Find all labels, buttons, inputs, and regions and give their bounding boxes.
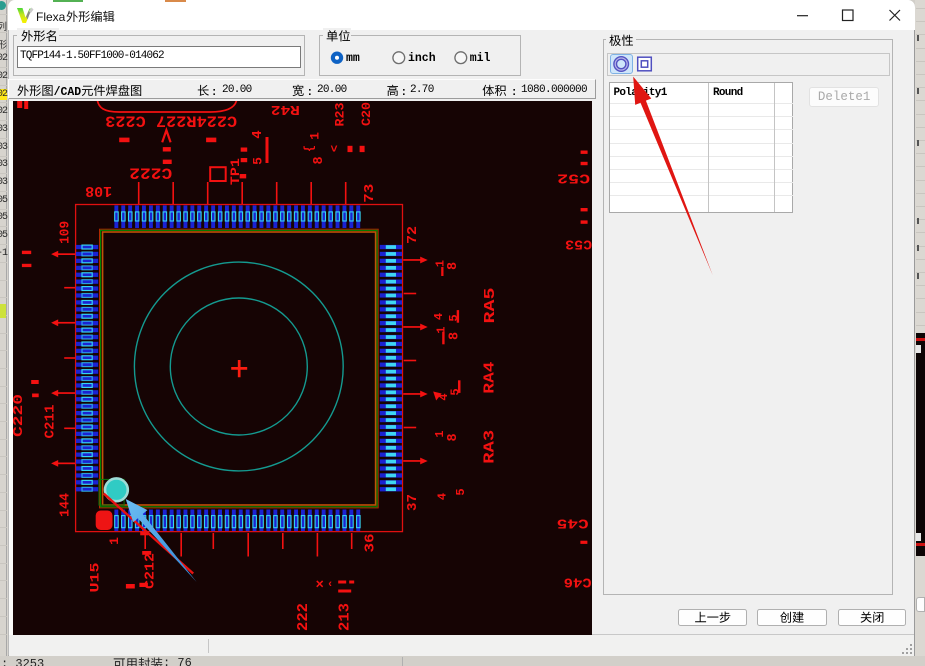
svg-text:1: 1 (107, 537, 122, 545)
svg-text:C222: C222 (129, 163, 172, 181)
svg-text:C46: C46 (563, 573, 591, 589)
svg-text:RA5: RA5 (482, 288, 499, 324)
svg-text:RA4: RA4 (481, 362, 498, 394)
svg-text:73: 73 (362, 184, 378, 203)
svg-text:5: 5 (448, 388, 462, 395)
svg-text:R23: R23 (332, 102, 347, 126)
svg-text:5: 5 (447, 314, 461, 321)
svg-text:4: 4 (435, 493, 449, 500)
svg-text:R42: R42 (271, 101, 300, 116)
svg-text:C52: C52 (557, 170, 590, 185)
svg-text:‹: ‹ (327, 579, 334, 591)
svg-text:4: 4 (432, 313, 446, 320)
svg-text:C20: C20 (359, 102, 374, 126)
svg-text:C224R227 C223: C224R227 C223 (105, 112, 237, 130)
svg-text:5: 5 (454, 488, 468, 495)
svg-text:1: 1 (307, 132, 322, 140)
svg-text:8: 8 (446, 262, 461, 270)
svg-text:1: 1 (434, 326, 448, 333)
svg-text:37: 37 (405, 494, 421, 511)
svg-text:{: { (302, 145, 316, 152)
svg-text:36: 36 (363, 533, 378, 552)
svg-text:×: × (315, 577, 323, 593)
svg-text:213: 213 (336, 603, 353, 631)
svg-text:C45: C45 (556, 514, 588, 530)
svg-text:222: 222 (295, 603, 312, 631)
svg-text:C220: C220 (13, 394, 27, 437)
svg-text:RA3: RA3 (481, 430, 498, 464)
svg-text:5: 5 (250, 157, 265, 165)
svg-text:C211: C211 (42, 404, 58, 438)
svg-text:108: 108 (85, 182, 112, 199)
svg-text:8: 8 (447, 332, 462, 340)
svg-text:1: 1 (433, 430, 447, 437)
svg-text:109: 109 (58, 221, 73, 244)
svg-text:<: < (328, 145, 342, 152)
svg-text:C53: C53 (565, 236, 592, 251)
svg-text:72: 72 (405, 226, 421, 244)
svg-text:U15: U15 (87, 562, 102, 592)
svg-text:144: 144 (57, 493, 73, 517)
svg-text:8: 8 (312, 156, 327, 164)
svg-text:8: 8 (446, 433, 461, 441)
svg-text:4: 4 (250, 130, 266, 138)
